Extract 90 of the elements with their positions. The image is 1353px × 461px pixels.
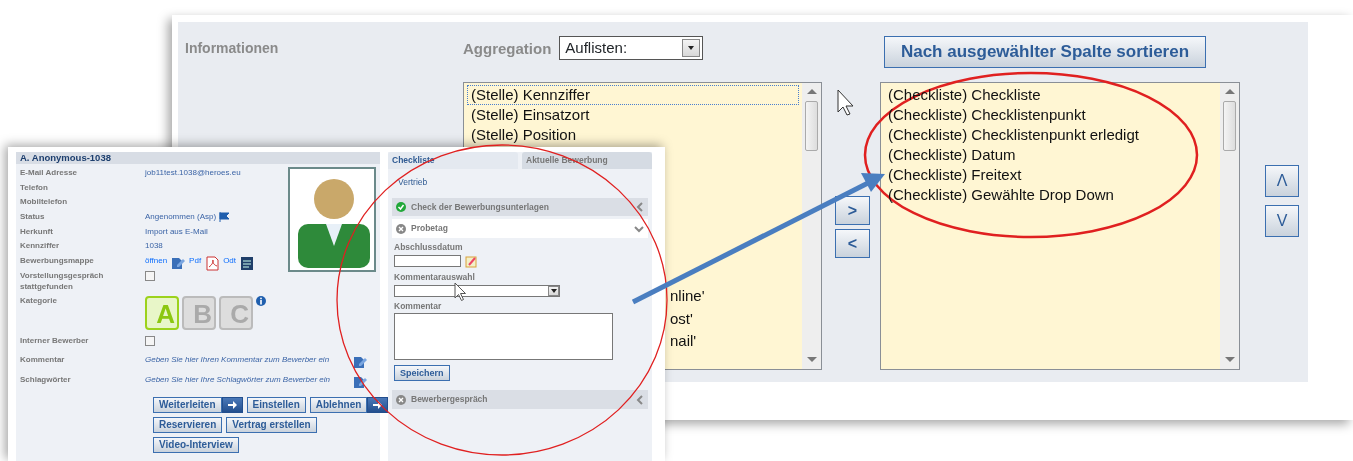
list-item[interactable]: ost' — [666, 308, 697, 329]
check-circle-icon — [396, 201, 406, 212]
document-icon[interactable] — [240, 256, 255, 272]
field-label: Vorstellungsgespräch stattgefunden — [19, 269, 105, 293]
action-button[interactable]: Einstellen — [246, 396, 306, 413]
cursor-icon — [837, 89, 854, 116]
list-item[interactable]: (Stelle) Position — [467, 125, 799, 145]
list-item[interactable]: (Stelle) Einsatzort — [467, 105, 799, 125]
file-link[interactable]: öffnen — [145, 256, 168, 267]
list-item[interactable]: nline' — [666, 286, 709, 306]
list-item[interactable]: (Checkliste) Checklistenpunkt erledigt — [884, 125, 1217, 145]
group-title: Vertrieb — [398, 175, 428, 189]
field-label: Bewerbungsmappe — [19, 255, 95, 268]
comment-prompt[interactable]: Geben Sie hier Ihren Kommentar zum Bewerber ein — [145, 354, 350, 366]
forward-arrow-button[interactable] — [221, 396, 243, 413]
sort-button[interactable]: Nach ausgewählter Spalte sortieren — [884, 36, 1206, 68]
action-button[interactable]: Ablehnen — [309, 396, 368, 413]
calendar-icon[interactable] — [465, 254, 477, 268]
action-button[interactable]: Reservieren — [153, 416, 223, 433]
field-value: job11test.1038@heroes.eu — [145, 168, 241, 179]
chevron-left-icon — [636, 201, 644, 212]
list-item[interactable]: (Checkliste) Checklistenpunkt — [884, 105, 1217, 125]
info-icon — [256, 295, 266, 306]
order-button[interactable]: V — [1265, 205, 1299, 237]
field-label: Aggregation — [463, 39, 552, 59]
pdf-file-icon[interactable] — [205, 256, 220, 272]
section-title: Informationen — [185, 39, 280, 58]
accordion-header[interactable]: Probetag — [392, 219, 648, 238]
field-label: Abschlussdatum — [394, 241, 464, 254]
cross-circle-icon — [396, 223, 406, 234]
file-link[interactable]: Odt — [223, 256, 237, 267]
dropdown-arrow-icon — [549, 287, 558, 294]
cursor-icon — [454, 282, 466, 301]
right-arrow-icon — [227, 400, 237, 409]
scrollbar-thumb[interactable] — [805, 101, 818, 151]
edit-document-icon[interactable] — [171, 256, 186, 272]
vertical-scrollbar[interactable] — [802, 83, 821, 369]
field-value: 1038 — [145, 241, 163, 253]
checkbox[interactable] — [145, 335, 155, 346]
scroll-down-icon — [806, 357, 817, 363]
field-value: Angenommen (Asp) — [145, 212, 217, 223]
action-button[interactable]: Video-Interview — [153, 436, 239, 453]
order-button[interactable]: Λ — [1265, 165, 1299, 197]
edit-icon[interactable] — [353, 374, 367, 390]
comment-select[interactable] — [394, 284, 560, 297]
action-button[interactable]: Weiterleiten — [153, 396, 222, 413]
field-label: Telefon — [19, 181, 49, 194]
aggregation-select[interactable]: Auflisten: — [559, 36, 704, 60]
checkbox[interactable] — [145, 270, 155, 281]
field-label: Kategorie — [19, 294, 58, 307]
candidate-name: A. Anonymous-1038 — [16, 152, 380, 164]
field-value: Import aus E-Mail — [145, 226, 208, 238]
action-button[interactable]: Vertrag erstellen — [226, 416, 317, 433]
field-label: Schlagwörter — [19, 373, 72, 386]
accordion-header[interactable]: Check der Bewerbungsunterlagen — [392, 197, 648, 217]
chevron-down-icon — [634, 224, 644, 233]
scrollbar-thumb[interactable] — [1223, 101, 1236, 151]
field-label: E-Mail Adresse — [19, 167, 79, 179]
move-button[interactable]: > — [835, 196, 870, 225]
vertical-scrollbar[interactable] — [1220, 83, 1239, 369]
comment-prompt[interactable]: Geben Sie hier Ihre Schlagwörter zum Bewerber ein — [145, 374, 350, 386]
scroll-up-icon — [1224, 89, 1235, 95]
dropdown-arrow-icon — [687, 45, 696, 51]
cross-circle-icon — [396, 394, 406, 405]
comment-textarea[interactable] — [394, 313, 613, 361]
list-item[interactable]: nail' — [666, 331, 701, 351]
scroll-down-icon — [1224, 357, 1235, 363]
field-label: Status — [19, 211, 46, 224]
field-label: Kennziffer — [19, 240, 61, 253]
flag-icon — [219, 212, 231, 223]
accordion-header[interactable]: Bewerbergespräch — [392, 390, 648, 409]
field-label: Kommentar — [19, 353, 66, 366]
list-item[interactable]: (Checkliste) Datum — [884, 145, 1217, 165]
field-label: Interner Bewerber — [19, 334, 90, 347]
file-link[interactable]: Pdf — [189, 256, 202, 267]
date-field[interactable] — [394, 255, 461, 268]
save-button[interactable]: Speichern — [394, 365, 450, 382]
edit-icon[interactable] — [353, 354, 367, 370]
list-item[interactable]: (Stelle) Kennziffer — [467, 85, 799, 105]
list-item[interactable]: (Checkliste) Freitext — [884, 165, 1217, 185]
field-label: Kommentarauswahl — [394, 270, 476, 284]
right-arrow-icon — [373, 400, 383, 409]
field-label: Herkunft — [19, 225, 54, 238]
field-label: Kommentar — [394, 299, 443, 313]
list-item[interactable]: (Checkliste) Gewählte Drop Down — [884, 185, 1217, 205]
move-button[interactable]: < — [835, 229, 870, 258]
scroll-up-icon — [806, 89, 817, 95]
chevron-left-icon — [636, 394, 644, 405]
forward-arrow-button[interactable] — [367, 396, 389, 413]
field-label: Mobiltelefon — [19, 196, 69, 209]
